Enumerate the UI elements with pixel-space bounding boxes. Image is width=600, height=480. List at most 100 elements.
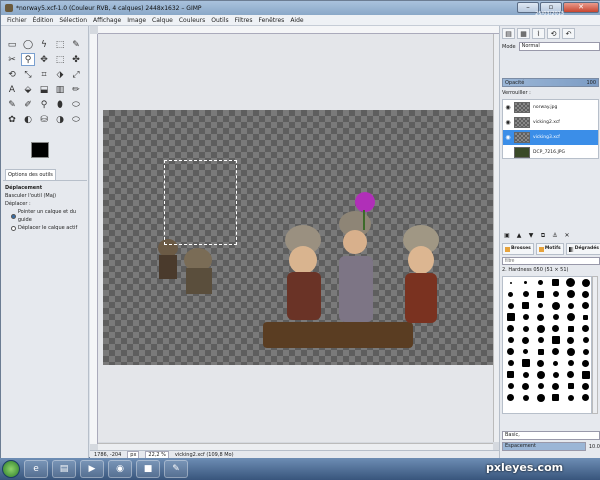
tool-button[interactable]: ▥ [53, 83, 67, 96]
close-button[interactable]: ✕ [563, 2, 599, 13]
brush-preview[interactable] [533, 381, 548, 393]
tool-button[interactable]: ⤡ [21, 68, 35, 81]
brush-preview[interactable] [503, 277, 518, 289]
brush-preview[interactable] [578, 392, 593, 404]
brush-preview[interactable] [518, 346, 533, 358]
tool-button[interactable]: ⌗ [37, 68, 51, 81]
brush-preview[interactable] [563, 289, 578, 301]
brush-preview[interactable] [563, 381, 578, 393]
brush-preview[interactable] [533, 323, 548, 335]
brush-preview[interactable] [518, 277, 533, 289]
tool-button[interactable]: ✎ [69, 38, 83, 51]
menu-image[interactable]: Image [127, 15, 146, 25]
start-button[interactable] [2, 460, 20, 478]
channels-tab-icon[interactable]: ▦ [517, 28, 530, 39]
brush-preview[interactable] [533, 335, 548, 347]
brush-preview[interactable] [533, 289, 548, 301]
brush-preview[interactable] [503, 346, 518, 358]
undo-tab-icon[interactable]: ↶ [562, 28, 575, 39]
brush-preview[interactable] [518, 369, 533, 381]
horizontal-scrollbar[interactable] [98, 443, 493, 450]
tool-button[interactable]: ✎ [5, 98, 19, 111]
brush-preview[interactable] [563, 392, 578, 404]
brush-preview[interactable] [578, 358, 593, 370]
brush-preview[interactable] [578, 300, 593, 312]
tool-button[interactable]: ⬚ [53, 38, 67, 51]
foreground-color[interactable] [31, 142, 49, 158]
brush-preview[interactable] [563, 369, 578, 381]
spacing-label[interactable]: Espacement [502, 442, 586, 451]
eye-icon[interactable]: ◉ [505, 104, 511, 111]
menu-fichier[interactable]: Fichier [7, 15, 27, 25]
tool-button[interactable]: ✤ [69, 53, 83, 66]
menu-affichage[interactable]: Affichage [93, 15, 121, 25]
brush-preview[interactable] [563, 358, 578, 370]
tool-button[interactable]: ⬭ [69, 113, 83, 126]
menu-selection[interactable]: Sélection [59, 15, 87, 25]
layer-row[interactable]: ◉ vicking2.xcf [503, 115, 598, 130]
tool-button[interactable]: ⬗ [53, 68, 67, 81]
tool-button[interactable]: ϟ [37, 38, 51, 51]
mode-select[interactable]: Normal [518, 42, 600, 51]
brush-preview[interactable] [563, 312, 578, 324]
layer-row[interactable]: ◉ vicking3.xcf [503, 130, 598, 145]
brush-preview[interactable] [503, 381, 518, 393]
brush-preview[interactable] [533, 277, 548, 289]
brush-preview[interactable] [518, 381, 533, 393]
brush-preview[interactable] [533, 358, 548, 370]
brush-preview[interactable] [578, 369, 593, 381]
brush-preview[interactable] [578, 277, 593, 289]
brush-preview[interactable] [563, 346, 578, 358]
gimp-taskbar-icon[interactable]: ✎ [164, 460, 188, 478]
tool-button[interactable]: ⬓ [37, 83, 51, 96]
tool-button[interactable]: ✏ [69, 83, 83, 96]
tool-button[interactable]: ⬭ [69, 98, 83, 111]
radio-move-active[interactable]: Déplacer le calque actif [5, 224, 87, 232]
tool-button[interactable]: ⤢ [69, 68, 83, 81]
brush-preview[interactable] [533, 312, 548, 324]
tool-button[interactable]: ◯ [21, 38, 35, 51]
radio-pick-layer[interactable]: Pointer un calque et du guide [5, 208, 87, 224]
brush-preview[interactable] [548, 392, 563, 404]
menu-calque[interactable]: Calque [152, 15, 173, 25]
brush-preview[interactable] [548, 358, 563, 370]
brush-preview[interactable] [503, 369, 518, 381]
tool-button[interactable]: ⬮ [53, 98, 67, 111]
brush-preview[interactable] [563, 335, 578, 347]
brush-preview[interactable] [533, 346, 548, 358]
brush-preview[interactable] [578, 346, 593, 358]
tool-button[interactable]: ◐ [21, 113, 35, 126]
delete-layer-icon[interactable]: ✕ [562, 231, 572, 240]
tab-patterns[interactable]: Motifs [535, 243, 564, 255]
menu-filtres[interactable]: Filtres [235, 15, 253, 25]
tool-button[interactable]: ▭ [5, 38, 19, 51]
tool-button[interactable]: A [5, 83, 19, 96]
color-swatches[interactable] [31, 142, 59, 170]
rectangle-selection[interactable] [164, 160, 237, 245]
brush-preview[interactable] [518, 392, 533, 404]
brush-preview[interactable] [548, 323, 563, 335]
brush-preview[interactable] [548, 277, 563, 289]
brush-preview[interactable] [548, 289, 563, 301]
brush-preview[interactable] [518, 335, 533, 347]
brush-preview[interactable] [503, 289, 518, 301]
brush-preview[interactable] [518, 289, 533, 301]
brush-preview[interactable] [548, 346, 563, 358]
brush-preview[interactable] [578, 381, 593, 393]
menu-couleurs[interactable]: Couleurs [179, 15, 205, 25]
brush-preview[interactable] [563, 277, 578, 289]
tool-button[interactable]: ◑ [53, 113, 67, 126]
history-tab-icon[interactable]: ⟲ [547, 28, 560, 39]
brush-preview[interactable] [548, 335, 563, 347]
brush-preview[interactable] [548, 381, 563, 393]
brush-preview[interactable] [518, 312, 533, 324]
brush-preview[interactable] [578, 289, 593, 301]
layer-row[interactable]: ◉ norway.jpg [503, 100, 598, 115]
eye-icon[interactable]: ◉ [505, 134, 511, 141]
brush-preview[interactable] [533, 300, 548, 312]
brush-filter-input[interactable] [502, 257, 600, 265]
opacity-slider[interactable]: Opacité 100 [502, 78, 599, 87]
eye-icon[interactable]: ◉ [505, 119, 511, 126]
brush-preview[interactable] [578, 335, 593, 347]
horizontal-ruler[interactable] [98, 26, 499, 34]
